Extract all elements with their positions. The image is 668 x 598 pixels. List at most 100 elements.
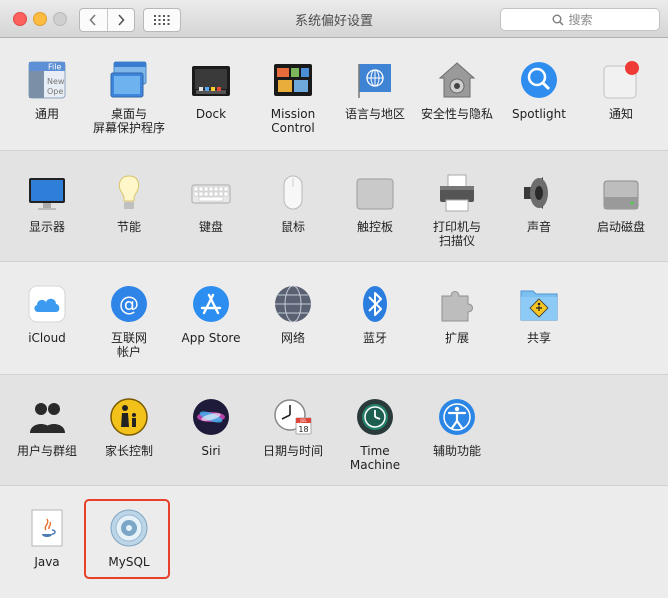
pane-mouse[interactable]: 鼠标 bbox=[252, 173, 334, 263]
pane-security-privacy[interactable]: 安全性与隐私 bbox=[416, 60, 498, 150]
pane-printers-scanners[interactable]: 打印机与 扫描仪 bbox=[416, 173, 498, 263]
mysql-highlight-box bbox=[84, 499, 170, 579]
pane-startup-disk[interactable]: 启动磁盘 bbox=[580, 173, 662, 263]
internet-accounts-icon: @ bbox=[111, 286, 147, 322]
pane-label: 扩展 bbox=[444, 331, 469, 345]
displays-icon bbox=[29, 178, 65, 210]
pane-internet-accounts[interactable]: @ 互联网 帐户 bbox=[88, 284, 170, 374]
pane-bluetooth[interactable]: 蓝牙 bbox=[334, 284, 416, 374]
pane-label: 启动磁盘 bbox=[596, 220, 645, 234]
pane-label: iCloud bbox=[28, 331, 66, 345]
pane-label: Spotlight bbox=[512, 107, 566, 121]
search-field[interactable] bbox=[500, 8, 660, 31]
pane-trackpad[interactable]: 触控板 bbox=[334, 173, 416, 263]
language-region-icon bbox=[358, 64, 391, 98]
icloud-icon bbox=[28, 285, 66, 323]
pane-time-machine[interactable]: Time Machine bbox=[334, 397, 416, 487]
mouse-icon bbox=[283, 175, 303, 210]
section-personal: File New Ope 通用 桌面与 屏幕保护程序 Dock Mission … bbox=[0, 38, 668, 150]
pane-language-region[interactable]: 语言与地区 bbox=[334, 60, 416, 150]
svg-text:18: 18 bbox=[298, 425, 308, 434]
svg-text:JUL: JUL bbox=[299, 418, 307, 423]
svg-text:File: File bbox=[48, 63, 61, 72]
spotlight-icon bbox=[521, 62, 557, 98]
pane-label: 语言与地区 bbox=[344, 107, 405, 121]
pane-label: Dock bbox=[195, 107, 227, 121]
startup-disk-icon bbox=[603, 180, 639, 210]
pane-label: 触控板 bbox=[356, 220, 393, 234]
pane-energy-saver[interactable]: 节能 bbox=[88, 173, 170, 263]
network-icon bbox=[275, 285, 311, 323]
pane-extensions[interactable]: 扩展 bbox=[416, 284, 498, 374]
svg-text:New: New bbox=[47, 77, 65, 86]
section-system: 用户与群组 家长控制 Siri JUL 18 日期与时间 Time Machin… bbox=[0, 374, 668, 486]
trackpad-icon bbox=[356, 178, 394, 210]
general-icon: File New Ope bbox=[28, 61, 66, 99]
pane-dock[interactable]: Dock bbox=[170, 60, 252, 150]
pane-keyboard[interactable]: 键盘 bbox=[170, 173, 252, 263]
pane-label: 安全性与隐私 bbox=[420, 107, 493, 121]
parental-controls-icon bbox=[110, 398, 148, 436]
pane-label: 通知 bbox=[608, 107, 633, 121]
section-internet: iCloud @ 互联网 帐户 App Store 网络 蓝牙 扩展 共享 bbox=[0, 262, 668, 374]
pane-label: 蓝牙 bbox=[362, 331, 387, 345]
notifications-icon bbox=[603, 61, 639, 99]
pane-label: 家长控制 bbox=[104, 444, 153, 458]
pane-users-groups[interactable]: 用户与群组 bbox=[6, 397, 88, 487]
pane-parental-controls[interactable]: 家长控制 bbox=[88, 397, 170, 487]
accessibility-icon bbox=[439, 399, 475, 435]
pane-siri[interactable]: Siri bbox=[170, 397, 252, 487]
pane-label: 桌面与 屏幕保护程序 bbox=[92, 107, 165, 135]
pane-java[interactable]: Java bbox=[6, 508, 88, 598]
energy-saver-icon bbox=[118, 175, 140, 209]
dock-icon bbox=[192, 66, 230, 96]
security-privacy-icon bbox=[438, 62, 476, 98]
pane-label: 打印机与 扫描仪 bbox=[432, 220, 481, 248]
pane-label: App Store bbox=[181, 331, 241, 345]
pane-accessibility[interactable]: 辅助功能 bbox=[416, 397, 498, 487]
pane-app-store[interactable]: App Store bbox=[170, 284, 252, 374]
pane-desktop-screensaver[interactable]: 桌面与 屏幕保护程序 bbox=[88, 60, 170, 150]
pane-mission-control[interactable]: Mission Control bbox=[252, 60, 334, 150]
siri-icon bbox=[193, 399, 229, 435]
search-icon bbox=[552, 14, 564, 26]
pane-displays[interactable]: 显示器 bbox=[6, 173, 88, 263]
pane-label: 网络 bbox=[280, 331, 305, 345]
printers-scanners-icon bbox=[440, 174, 474, 212]
pane-label: 声音 bbox=[526, 220, 551, 234]
pane-label: 显示器 bbox=[28, 220, 65, 234]
pane-notifications[interactable]: 通知 bbox=[580, 60, 662, 150]
desktop-screensaver-icon bbox=[110, 61, 147, 98]
pane-label: 日期与时间 bbox=[262, 444, 323, 458]
pane-general[interactable]: File New Ope 通用 bbox=[6, 60, 88, 150]
pane-label: 辅助功能 bbox=[432, 444, 481, 458]
pane-date-time[interactable]: JUL 18 日期与时间 bbox=[252, 397, 334, 487]
pane-sharing[interactable]: 共享 bbox=[498, 284, 580, 374]
title-bar: 系统偏好设置 bbox=[0, 0, 668, 38]
java-icon bbox=[31, 509, 63, 547]
pane-icloud[interactable]: iCloud bbox=[6, 284, 88, 374]
system-preferences-window: 系统偏好设置 File New Ope 通用 桌 bbox=[0, 0, 668, 598]
time-machine-icon bbox=[357, 399, 393, 435]
pane-label: Java bbox=[34, 555, 60, 569]
search-input[interactable] bbox=[568, 12, 609, 27]
pane-label: Mission Control bbox=[270, 107, 316, 135]
bluetooth-icon bbox=[363, 286, 387, 322]
users-groups-icon bbox=[30, 403, 65, 433]
sharing-icon bbox=[520, 290, 558, 321]
extensions-icon bbox=[441, 291, 473, 322]
pane-label: Siri bbox=[201, 444, 221, 458]
app-store-icon bbox=[193, 286, 229, 322]
mission-control-icon bbox=[274, 64, 312, 96]
pane-label: 共享 bbox=[526, 331, 551, 345]
keyboard-icon bbox=[191, 184, 231, 204]
sound-icon bbox=[524, 177, 548, 209]
pane-network[interactable]: 网络 bbox=[252, 284, 334, 374]
pane-label: 节能 bbox=[116, 220, 141, 234]
pane-label: 通用 bbox=[34, 107, 59, 121]
pane-spotlight[interactable]: Spotlight bbox=[498, 60, 580, 150]
section-hardware: 显示器 节能 键盘 鼠标 触控板 打印机与 扫描仪 声音 启动磁盘 bbox=[0, 150, 668, 262]
pane-sound[interactable]: 声音 bbox=[498, 173, 580, 263]
pane-label: 键盘 bbox=[198, 220, 223, 234]
pane-label: 互联网 帐户 bbox=[110, 331, 147, 359]
